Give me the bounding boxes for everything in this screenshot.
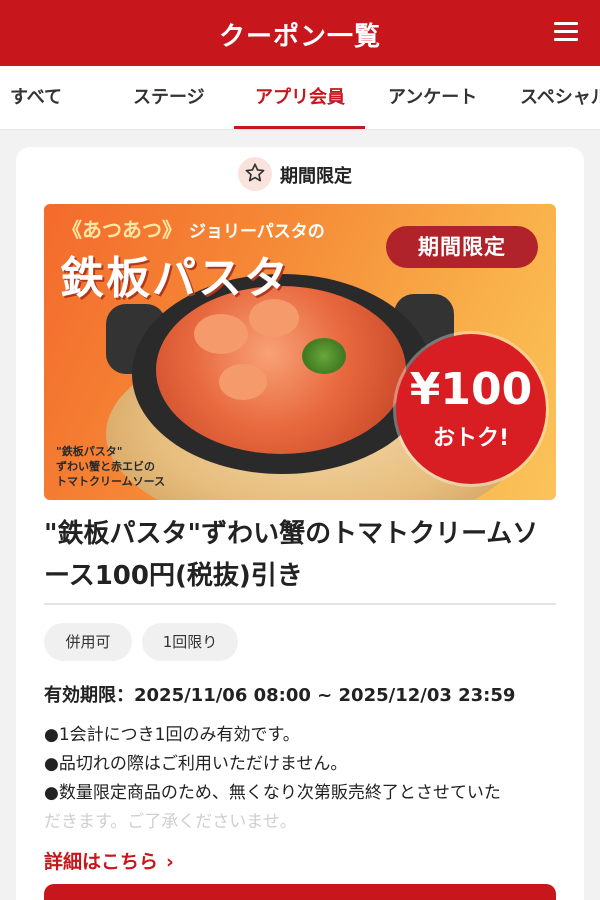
discount-amount: ¥100: [409, 364, 533, 415]
badge-label: 期間限定: [280, 166, 352, 187]
shrimp-shape: [219, 364, 267, 400]
menu-bar: [554, 30, 578, 33]
details-link-label: 詳細はこちら: [44, 851, 159, 873]
note-line: だきます。ご了承くださいませ。: [44, 812, 297, 832]
banner-kicker: 《あつあつ》 ジョリーパスタの: [62, 214, 325, 243]
caption-line: ずわい蟹と赤エビの: [56, 460, 155, 473]
condition-chip: 併用可: [44, 623, 132, 661]
tab-stage[interactable]: ステージ: [133, 66, 205, 129]
tab-special[interactable]: スペシャル: [520, 66, 600, 129]
details-link[interactable]: 詳細はこちら ›: [44, 847, 174, 874]
shrimp-shape: [194, 314, 248, 354]
tab-all[interactable]: すべて: [10, 66, 62, 129]
chevron-right-icon: ›: [166, 851, 174, 873]
coupon-banner-image: 《あつあつ》 ジョリーパスタの 鉄板パスタ 期間限定 ¥100 おトク! "鉄板…: [44, 204, 556, 500]
category-tabs: すべて ステージ アプリ会員 アンケート スペシャル: [0, 66, 600, 130]
use-coupon-button[interactable]: [44, 884, 556, 900]
coupon-title: "鉄板パスタ"ずわい蟹のトマトクリームソース100円(税抜)引き: [44, 519, 539, 591]
tab-survey[interactable]: アンケート: [388, 66, 477, 129]
tab-app-member[interactable]: アプリ会員: [255, 66, 345, 129]
page-title: クーポン一覧: [218, 22, 381, 52]
caption-line: トマトクリームソース: [56, 475, 166, 488]
banner-headline: 鉄板パスタ: [60, 253, 290, 304]
divider: [44, 603, 556, 605]
banner-kicker-main: 《あつあつ》: [62, 218, 182, 242]
note-line: ●品切れの際はご利用いただけません。: [44, 754, 348, 774]
discount-label: おトク!: [432, 426, 510, 451]
condition-chip: 1回限り: [142, 623, 238, 661]
app-header: クーポン一覧: [0, 0, 600, 66]
star-icon: [238, 157, 272, 191]
limited-time-badge: 期間限定: [16, 157, 584, 191]
caption-line: "鉄板パスタ": [56, 445, 123, 458]
menu-bar: [554, 38, 578, 41]
hamburger-menu-icon[interactable]: [554, 22, 578, 42]
parsley-garnish: [302, 338, 346, 374]
coupon-notes: ●1会計につき1回のみ有効です。 ●品切れの際はご利用いただけません。 ●数量限…: [44, 721, 584, 837]
coupon-card: 期間限定 《あつあつ》 ジョリーパスタの 鉄板パスタ 期間限定 ¥100 おトク…: [16, 147, 584, 900]
banner-caption: "鉄板パスタ" ずわい蟹と赤エビの トマトクリームソース: [56, 444, 165, 489]
note-line: ●数量限定商品のため、無くなり次第販売終了とさせていた: [44, 783, 501, 803]
menu-bar: [554, 22, 578, 25]
banner-kicker-sub: ジョリーパスタの: [188, 222, 325, 242]
note-line: ●1会計につき1回のみ有効です。: [44, 725, 300, 745]
discount-circle: ¥100 おトク!: [396, 334, 546, 484]
validity-period: 有効期限：2025/11/06 08:00 ~ 2025/12/03 23:59: [44, 685, 516, 706]
active-tab-indicator: [234, 126, 365, 129]
banner-limited-tag: 期間限定: [386, 226, 538, 268]
